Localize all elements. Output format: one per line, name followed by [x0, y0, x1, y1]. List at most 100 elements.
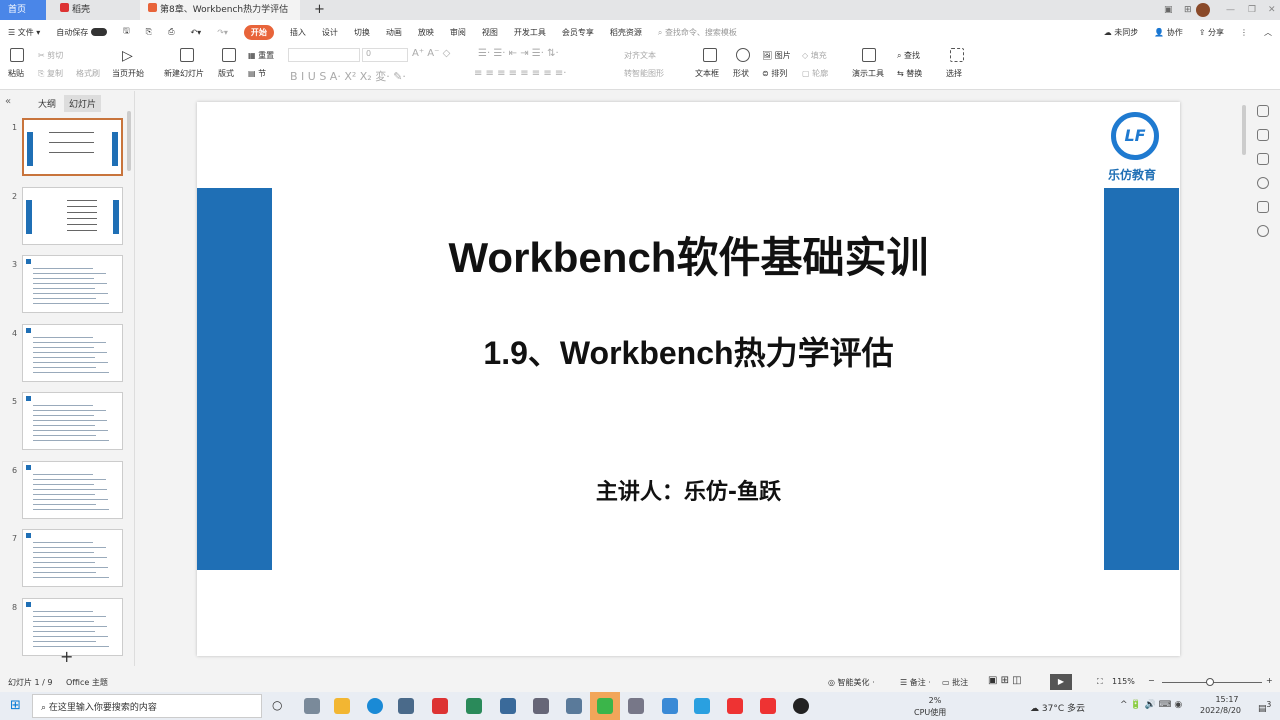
- clock-time[interactable]: 15:17: [1212, 695, 1242, 704]
- properties-icon[interactable]: [1257, 105, 1269, 117]
- paste-icon[interactable]: [10, 48, 24, 64]
- edge-icon[interactable]: [367, 698, 383, 714]
- clock-date[interactable]: 2022/8/20: [1200, 706, 1241, 715]
- align-text-button[interactable]: 对齐文本: [624, 50, 656, 61]
- collapse-panel-icon[interactable]: «: [5, 96, 11, 107]
- app-diamond-icon[interactable]: [694, 698, 710, 714]
- cut-button[interactable]: ✂ 剪切: [38, 50, 63, 61]
- slide-thumbnail[interactable]: [22, 255, 123, 313]
- comments-button[interactable]: ▭ 批注: [942, 677, 968, 688]
- more-icon[interactable]: ⋮: [1240, 28, 1248, 37]
- notification-button[interactable]: ▤3: [1258, 700, 1271, 714]
- zoom-in-button[interactable]: +: [1266, 676, 1273, 685]
- menu-animation[interactable]: 动画: [386, 27, 402, 38]
- app-green-icon[interactable]: [466, 698, 482, 714]
- wechat-active[interactable]: [590, 692, 620, 720]
- app-icon[interactable]: [398, 698, 414, 714]
- replace-button[interactable]: ⇆ 替换: [897, 68, 922, 79]
- play-from-current-button[interactable]: 当页开始: [112, 68, 144, 79]
- workbench-icon[interactable]: [628, 698, 644, 714]
- taskbar-search[interactable]: ⌕ 在这里输入你要搜索的内容: [32, 694, 262, 718]
- font-name-select[interactable]: [288, 48, 360, 62]
- wps-icon[interactable]: [727, 698, 743, 714]
- outline-button[interactable]: ▢ 轮廓: [802, 68, 828, 79]
- new-slide-icon[interactable]: [180, 48, 194, 64]
- smartart-button[interactable]: 转智能图形: [624, 68, 664, 79]
- zoom-out-button[interactable]: −: [1148, 676, 1155, 685]
- section-button[interactable]: ▤ 节: [248, 68, 266, 79]
- notes-button[interactable]: ☰ 备注 ·: [900, 677, 931, 688]
- slide-thumbnail[interactable]: [22, 392, 123, 450]
- recorder-icon[interactable]: [793, 698, 809, 714]
- view-buttons[interactable]: ▣ ⊞ ◫: [988, 675, 1022, 686]
- save-icon[interactable]: 🖫: [123, 25, 130, 39]
- app-blue-icon[interactable]: [662, 698, 678, 714]
- canvas-scrollbar[interactable]: [1242, 105, 1246, 155]
- maximize-button[interactable]: ❐: [1240, 0, 1256, 20]
- zoom-slider-handle[interactable]: [1206, 678, 1214, 686]
- print-icon[interactable]: ⎙: [168, 27, 174, 37]
- undo-icon[interactable]: ↶▾: [190, 28, 201, 37]
- share-button[interactable]: ⇪ 分享: [1199, 27, 1224, 38]
- play-slideshow-button[interactable]: ▶: [1050, 674, 1072, 690]
- tab-document[interactable]: 第8章、Workbench热力学评估: [140, 0, 300, 20]
- help-icon[interactable]: [1257, 177, 1269, 189]
- menu-home[interactable]: 开始: [243, 24, 274, 40]
- zoom-level[interactable]: 115%: [1112, 677, 1135, 686]
- tab-home[interactable]: 首页: [0, 0, 46, 20]
- slides-icon[interactable]: [1257, 153, 1269, 165]
- remote-desktop-icon[interactable]: [566, 698, 582, 714]
- font-format-buttons[interactable]: B I U S A· X² X₂ 変· ✎·: [290, 68, 406, 84]
- layout-button[interactable]: 版式: [218, 68, 234, 79]
- autosave-toggle[interactable]: 自动保存: [56, 27, 107, 38]
- select-icon[interactable]: [950, 48, 964, 64]
- shape-button[interactable]: 形状: [733, 68, 749, 79]
- reset-button[interactable]: ▦ 重置: [248, 50, 274, 61]
- wps-2-icon[interactable]: [760, 698, 776, 714]
- menu-view[interactable]: 视图: [482, 27, 498, 38]
- menu-member[interactable]: 会员专享: [562, 27, 594, 38]
- menu-insert[interactable]: 插入: [290, 27, 306, 38]
- redo-icon[interactable]: ↷▾: [217, 28, 228, 37]
- apps-grid-icon[interactable]: ⊞: [1176, 0, 1192, 20]
- zoom-fit-icon[interactable]: ⛶: [1097, 677, 1103, 687]
- app-gray-icon[interactable]: [533, 698, 549, 714]
- copy-button[interactable]: ⎘ 复制: [38, 68, 63, 79]
- layout-icon[interactable]: [222, 48, 236, 64]
- export-icon[interactable]: ⎘: [146, 27, 152, 37]
- menu-docer-resources[interactable]: 稻壳资源: [610, 27, 642, 38]
- presentation-tools-button[interactable]: 演示工具: [852, 68, 884, 79]
- menu-slideshow[interactable]: 放映: [418, 27, 434, 38]
- play-icon[interactable]: ▷: [122, 48, 133, 64]
- slide-thumbnail[interactable]: [22, 460, 123, 519]
- menu-developer[interactable]: 开发工具: [514, 27, 546, 38]
- animation-icon[interactable]: [1257, 129, 1269, 141]
- panel-scrollbar[interactable]: [127, 111, 131, 171]
- app-red-icon[interactable]: [432, 698, 448, 714]
- tab-slides[interactable]: 幻灯片: [64, 95, 102, 112]
- settings-icon[interactable]: [1257, 201, 1269, 213]
- find-button[interactable]: ⌕ 查找: [897, 50, 920, 61]
- slide-title[interactable]: Workbench软件基础实训: [197, 224, 1180, 285]
- textbox-icon[interactable]: [703, 48, 717, 64]
- tab-docer[interactable]: 稻壳: [52, 0, 137, 20]
- avatar[interactable]: [1196, 3, 1210, 17]
- slide-thumbnail[interactable]: [22, 118, 123, 176]
- new-slide-button[interactable]: 新建幻灯片: [164, 68, 204, 79]
- collab-button[interactable]: 👤 协作: [1154, 27, 1183, 38]
- select-button[interactable]: 选择: [946, 68, 962, 79]
- menu-transition[interactable]: 切换: [354, 27, 370, 38]
- close-button[interactable]: ✕: [1260, 0, 1276, 20]
- fill-button[interactable]: ◇ 填充: [802, 50, 827, 61]
- file-explorer-icon[interactable]: [334, 698, 350, 714]
- slide-thumbnail[interactable]: [22, 186, 123, 245]
- list-buttons[interactable]: ☰· ☰· ⇤ ⇥ ☰· ⇅·: [478, 48, 559, 59]
- sync-button[interactable]: ☁ 未同步: [1104, 27, 1139, 38]
- menu-file[interactable]: ☰ 文件 ▾: [8, 27, 40, 38]
- slide-presenter[interactable]: 主讲人：乐仿-鱼跃: [197, 474, 1180, 506]
- menu-design[interactable]: 设计: [322, 27, 338, 38]
- add-slide-button[interactable]: +: [60, 647, 73, 666]
- shape-icon[interactable]: [736, 48, 750, 64]
- font-size-adjust[interactable]: A⁺ A⁻ ◇: [412, 48, 450, 59]
- task-view-icon[interactable]: ○: [272, 698, 282, 712]
